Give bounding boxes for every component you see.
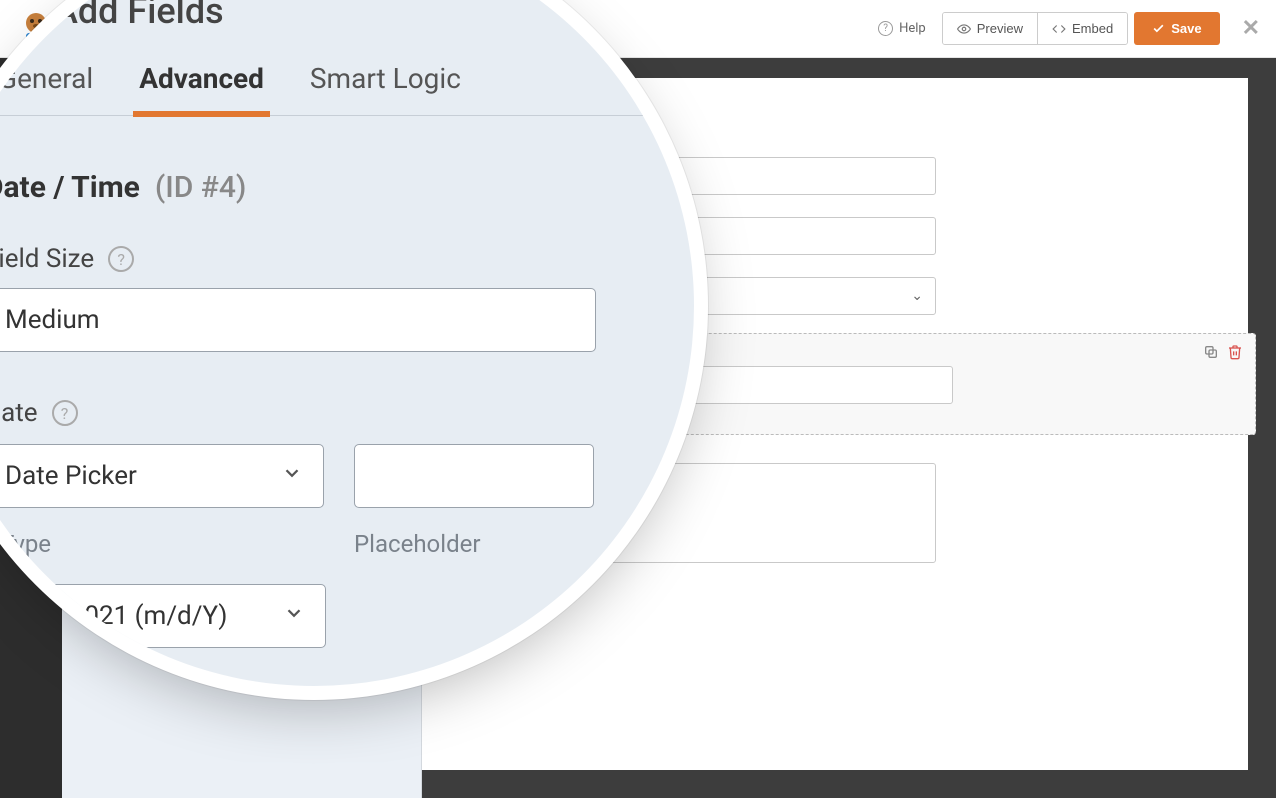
trash-icon[interactable] [1227,344,1243,360]
check-icon [1152,22,1165,35]
duplicate-icon[interactable] [1203,344,1219,360]
tab-smart-logic[interactable]: Smart Logic [310,62,461,99]
date-type-select[interactable]: Date Picker [0,444,324,508]
help-icon[interactable]: ? [108,246,134,272]
type-sublabel: Type [0,530,51,558]
help-icon[interactable]: ? [52,400,78,426]
save-label: Save [1171,21,1201,36]
field-option-tabs: General Advanced Smart Logic [0,62,654,116]
help-label: Help [899,21,926,36]
embed-button[interactable]: Embed [1038,13,1127,44]
eye-icon [957,22,971,36]
panel-title: Add Fields [54,0,634,32]
chevron-down-icon [281,461,303,491]
field-heading: Date / Time (ID #4) [0,170,246,205]
zoom-lens: Add Fields General Advanced Smart Logic … [0,0,694,686]
date-format-select[interactable]: /2021 (m/d/Y) [38,584,326,648]
preview-button[interactable]: Preview [943,13,1038,44]
field-id [147,170,154,205]
embed-label: Embed [1072,21,1113,36]
field-row-actions [1203,344,1243,360]
help-icon: ? [878,21,893,36]
field-type-name: Date / Time [0,170,140,205]
close-icon[interactable]: ✕ [1242,16,1260,41]
date-type-value: Date Picker [5,461,137,491]
placeholder-sublabel: Placeholder [354,530,480,558]
help-link[interactable]: ? Help [868,15,936,42]
preview-label: Preview [977,21,1023,36]
tab-general[interactable]: General [0,62,93,99]
field-size-label: Field Size ? [0,244,134,274]
field-size-select[interactable]: Medium [0,288,596,352]
date-format-value: /2021 (m/d/Y) [59,601,227,631]
date-section-label: Date ? [0,398,78,428]
date-placeholder-input[interactable] [354,444,594,508]
tab-advanced[interactable]: Advanced [139,62,264,99]
panel-title-text: Add Fields [54,0,224,32]
preview-embed-group: Preview Embed [942,12,1128,45]
save-button[interactable]: Save [1134,12,1219,45]
field-size-value: Medium [5,305,100,335]
chevron-down-icon [283,601,305,631]
code-icon [1052,22,1066,36]
